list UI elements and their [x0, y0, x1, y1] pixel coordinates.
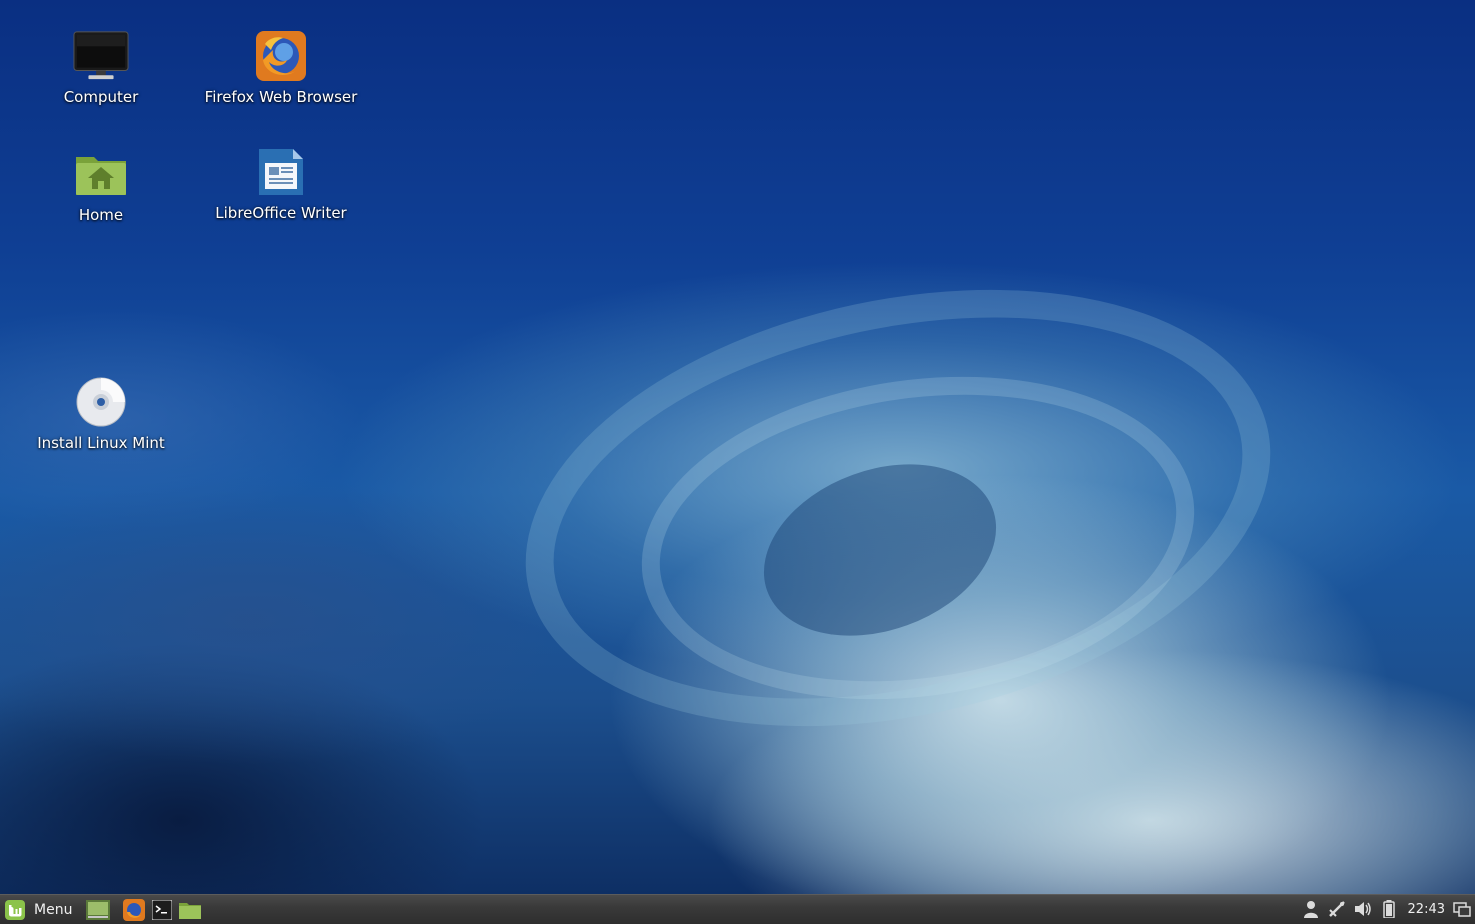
wave-swirl — [485, 225, 1311, 791]
disc-icon — [73, 374, 129, 430]
firefox-launcher[interactable] — [122, 898, 146, 922]
firefox-icon — [253, 28, 309, 84]
menu-label: Menu — [34, 901, 73, 918]
show-desktop-button[interactable] — [86, 898, 111, 922]
terminal-launcher[interactable] — [150, 898, 174, 922]
desktop-icon-label: LibreOffice Writer — [215, 204, 347, 222]
desktop-icon-firefox[interactable]: Firefox Web Browser — [196, 28, 366, 106]
desktop-icon-libreoffice-writer[interactable]: LibreOffice Writer — [196, 144, 366, 222]
wave-core — [739, 433, 1021, 667]
linux-mint-logo-icon — [5, 899, 25, 920]
desktop-icon-label: Home — [78, 206, 124, 224]
volume-icon[interactable] — [1354, 900, 1372, 918]
computer-icon — [73, 28, 129, 84]
desktop-wallpaper: Computer Firefox Web Browser Home LibreO… — [0, 0, 1475, 894]
desktop-icon-home[interactable]: Home — [16, 146, 186, 224]
firefox-icon — [123, 898, 146, 921]
home-folder-icon — [73, 146, 129, 202]
bottom-panel: Menu 22:43 — [0, 894, 1475, 924]
desktop-icon-install-linux-mint[interactable]: Install Linux Mint — [16, 374, 186, 452]
files-icon — [179, 902, 202, 919]
files-launcher[interactable] — [178, 898, 202, 922]
clock[interactable]: 22:43 — [1408, 902, 1445, 917]
workspace-switcher-icon[interactable] — [1453, 900, 1471, 918]
desktop-icon-label: Computer — [63, 88, 139, 106]
show-desktop-icon — [86, 899, 111, 920]
libreoffice-writer-icon — [253, 144, 309, 200]
user-icon[interactable] — [1302, 900, 1320, 918]
terminal-icon — [152, 899, 173, 920]
desktop-icon-label: Install Linux Mint — [37, 434, 165, 452]
system-tray: 22:43 — [1294, 895, 1475, 923]
menu-button[interactable]: Menu — [0, 896, 80, 924]
desktop-icon-computer[interactable]: Computer — [16, 28, 186, 106]
wave-swirl — [620, 342, 1216, 734]
network-icon[interactable] — [1328, 900, 1346, 918]
desktop-icon-label: Firefox Web Browser — [204, 88, 358, 106]
battery-icon[interactable] — [1380, 900, 1398, 918]
